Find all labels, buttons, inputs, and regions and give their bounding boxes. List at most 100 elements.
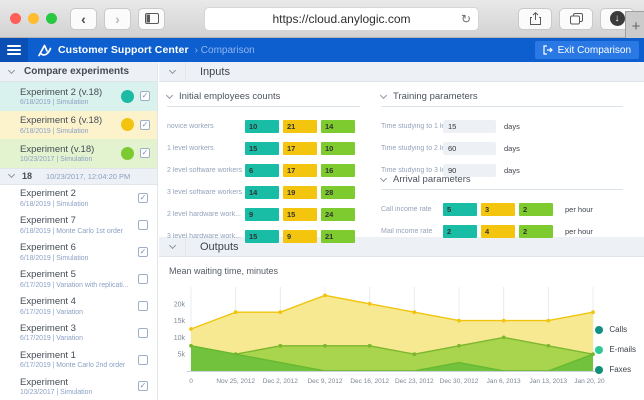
experiment-checkbox[interactable]: ✓ <box>140 91 150 102</box>
experiment-checkbox[interactable] <box>138 327 148 338</box>
svg-text:Dec 30, 2012: Dec 30, 2012 <box>440 378 479 385</box>
share-button[interactable] <box>518 7 552 30</box>
experiments-list: Experiment 2 6/18/2019 | Simulation ✓ Exper… <box>0 185 157 400</box>
legend-color-dot <box>595 325 604 334</box>
close-window-icon[interactable] <box>10 13 21 24</box>
selected-experiment-row[interactable]: Experiment (v.18) 10/23/2017 | Simulation… <box>0 139 157 168</box>
sidebar-toggle-button[interactable] <box>138 7 165 30</box>
experiment-subtitle: 10/23/2017 | Simulation <box>20 389 93 397</box>
legend-item[interactable]: Calls <box>595 325 636 334</box>
svg-text:10k: 10k <box>174 335 186 342</box>
training-parameter-row: Time studying to 1 level15 days <box>381 119 623 133</box>
svg-text:5k: 5k <box>178 352 186 359</box>
new-tab-button[interactable]: + <box>625 11 644 41</box>
experiment-title: Experiment 7 <box>20 215 76 227</box>
experiment-list-item[interactable]: Experiment 6 6/18/2019 | Simulation ✓ <box>0 239 157 266</box>
experiment-title: Experiment 5 <box>20 269 76 281</box>
experiment-checkbox[interactable]: ✓ <box>138 247 148 257</box>
legend-label: E-mails <box>609 345 636 354</box>
arrival-parameters-header[interactable]: Arrival parameters <box>379 174 623 190</box>
experiment-value-chip: 15 <box>245 141 279 155</box>
svg-text:Nov 25, 2012: Nov 25, 2012 <box>216 378 255 385</box>
experiment-title: Experiment 1 <box>20 349 76 361</box>
experiment-checkbox[interactable]: ✓ <box>140 119 150 130</box>
selected-experiment-row[interactable]: Experiment 2 (v.18) 6/18/2019 | Simulatio… <box>0 82 157 111</box>
svg-text:Jan 13, 2013: Jan 13, 2013 <box>530 378 568 385</box>
experiment-checkbox[interactable] <box>138 300 148 311</box>
parameter-unit: days <box>504 121 520 131</box>
arrival-parameters-label: Arrival parameters <box>393 174 471 185</box>
parameter-value-input[interactable]: 15 <box>443 119 496 133</box>
experiment-value-chip: 9 <box>245 207 279 221</box>
experiment-checkbox[interactable] <box>138 220 148 231</box>
experiment-title: Experiment (v.18) <box>20 143 95 155</box>
experiment-list-item[interactable]: Experiment 10/23/2017 | Simulation ✓ <box>0 373 157 400</box>
experiment-subtitle: 10/23/2017 | Simulation <box>20 156 93 164</box>
exit-comparison-button[interactable]: Exit Comparison <box>534 41 639 59</box>
parameter-label: Time studying to 3 level <box>381 166 443 174</box>
arrival-parameter-row: Mail income rate 2 4 2 per hour <box>381 224 623 238</box>
training-parameters-header[interactable]: Training parameters <box>379 91 623 107</box>
selected-experiment-row[interactable]: Experiment 6 (v.18) 6/18/2019 | Simulatio… <box>0 110 157 140</box>
parameter-unit: per hour <box>565 204 593 214</box>
inputs-section-label: Inputs <box>185 62 644 81</box>
initial-employees-label: Initial employees counts <box>179 91 281 102</box>
experiment-list-item[interactable]: Experiment 4 6/17/2019 | Variation <box>0 292 157 319</box>
experiment-subtitle: 6/17/2019 | Variation with replicati... <box>20 281 129 289</box>
legend-item[interactable]: E-mails <box>595 345 636 354</box>
reload-icon[interactable]: ↻ <box>461 12 471 26</box>
parameter-label: Call income rate <box>381 205 432 213</box>
experiment-list-item[interactable]: Experiment 7 6/18/2019 | Monte Carlo 1st … <box>0 212 157 239</box>
experiment-checkbox[interactable] <box>138 273 148 284</box>
tabs-icon <box>569 12 583 24</box>
initial-employees-header[interactable]: Initial employees counts <box>165 91 360 107</box>
experiment-subtitle: 6/17/2019 | Monte Carlo 2nd order <box>20 362 126 370</box>
experiment-value-chip: 19 <box>283 185 317 199</box>
experiment-list-item[interactable]: Experiment 1 6/17/2019 | Monte Carlo 2nd … <box>0 346 157 373</box>
zoom-window-icon[interactable] <box>46 13 57 24</box>
experiment-value-chip: 28 <box>321 185 355 199</box>
experiment-list-item[interactable]: Experiment 5 6/17/2019 | Variation with r… <box>0 265 157 292</box>
experiment-subtitle: 6/18/2019 | Simulation <box>20 254 89 262</box>
forward-button[interactable]: › <box>104 7 131 30</box>
experiment-value-chip: 24 <box>321 207 355 221</box>
inputs-section-header[interactable]: Inputs <box>159 62 644 82</box>
experiment-title: Experiment <box>20 376 69 388</box>
url-text: https://cloud.anylogic.com <box>272 11 411 26</box>
minimize-window-icon[interactable] <box>28 13 39 24</box>
legend-item[interactable]: Faxes <box>595 365 636 374</box>
compare-experiments-header[interactable]: Compare experiments <box>0 62 157 82</box>
employee-rows: novice workers 10 21 14 1 level workers 15 17 1… <box>167 107 360 251</box>
experiment-value-chip: 14 <box>245 185 279 199</box>
svg-text:20k: 20k <box>174 301 186 308</box>
legend-label: Calls <box>609 325 628 334</box>
employee-count-row: 1 level workers 15 17 10 <box>167 141 360 155</box>
experiment-title: Experiment 2 <box>20 188 76 200</box>
experiment-checkbox[interactable]: ✓ <box>140 148 150 159</box>
address-bar[interactable]: https://cloud.anylogic.com ↻ <box>204 6 479 31</box>
experiment-list-item[interactable]: Experiment 2 6/18/2019 | Simulation ✓ <box>0 185 157 212</box>
experiment-value-chip: 2 <box>519 224 553 238</box>
breadcrumb: › Comparison <box>194 44 255 56</box>
parameter-label: Time studying to 1 level <box>381 122 443 130</box>
parameter-value-input[interactable]: 60 <box>443 141 496 155</box>
employee-count-row: 3 level hardware work... 15 9 21 <box>167 229 360 243</box>
anylogic-logo-icon <box>37 44 52 57</box>
experiment-value-chip: 10 <box>245 119 279 133</box>
training-parameters-group: Training parameters Time studying to 1 l… <box>379 91 623 185</box>
experiment-checkbox[interactable]: ✓ <box>138 193 148 204</box>
tab-overview-button[interactable] <box>559 7 593 30</box>
experiment-checkbox[interactable] <box>138 354 148 365</box>
experiment-title: Experiment 6 (v.18) <box>20 115 103 127</box>
chevron-down-icon <box>379 174 388 182</box>
svg-text:Jan 6, 2013: Jan 6, 2013 <box>487 378 521 385</box>
model-version-group-header[interactable]: 18 10/23/2017, 12:04:20 PM <box>0 167 157 185</box>
experiment-checkbox[interactable]: ✓ <box>138 381 148 392</box>
parameter-label: 3 level software workers <box>167 188 243 196</box>
hamburger-menu-icon[interactable] <box>0 38 28 62</box>
svg-text:Dec 2, 2012: Dec 2, 2012 <box>263 378 298 385</box>
experiment-list-item[interactable]: Experiment 3 6/17/2019 | Variation <box>0 319 157 346</box>
chart-legend: Calls E-mails Faxes <box>595 325 636 374</box>
back-button[interactable]: ‹ <box>70 7 97 30</box>
mean-waiting-time-chart: 5k 10k 15k 20k 0 Nov 25, 2012 Dec 2, 2012 Dec 9… <box>174 287 605 385</box>
